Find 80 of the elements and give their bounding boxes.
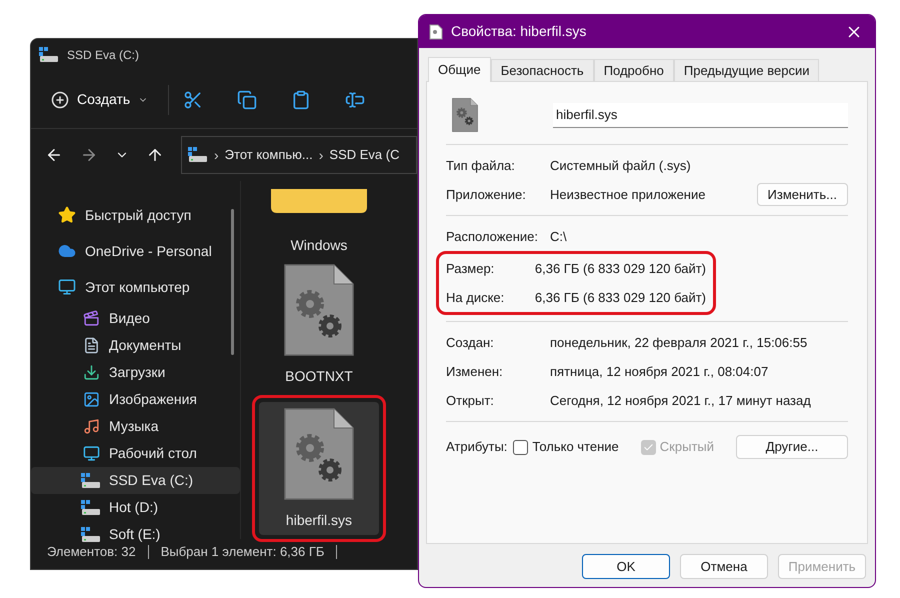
copy-icon[interactable] [237, 90, 258, 110]
property-value: 6,36 ГБ (6 833 029 120 байт) [534, 260, 706, 278]
window-title: SSD Eva (C:) [67, 47, 140, 64]
property-label: Тип файла: [446, 156, 516, 175]
music-icon [82, 418, 100, 435]
sidebar-item[interactable]: Загрузки [31, 359, 240, 386]
property-value: понедельник, 22 февраля 2021 г., 15:06:55 [550, 334, 808, 352]
sidebar-item[interactable]: Музыка [31, 413, 240, 440]
back-icon[interactable] [45, 146, 63, 164]
folder-icon [271, 189, 367, 213]
breadcrumb-separator: › [318, 146, 324, 164]
sidebar-item[interactable]: Hot (D:) [31, 494, 240, 521]
file-item[interactable]: Windows [259, 181, 379, 256]
property-label: Создан: [446, 334, 495, 352]
dialog-button[interactable]: Отмена [680, 554, 768, 579]
drive-icon [81, 472, 101, 488]
tab[interactable]: Предыдущие версии [674, 59, 820, 81]
checkbox[interactable] [513, 440, 528, 454]
advanced-button[interactable]: Другие... [736, 435, 848, 459]
sidebar-item[interactable]: OneDrive - Personal [31, 233, 240, 269]
property-value: C:\ [550, 228, 568, 246]
property-value: Сегодня, 12 ноября 2021 г., 17 минут назад [550, 392, 812, 410]
sidebar-item[interactable]: Рабочий стол [31, 440, 240, 467]
monitor-icon [58, 278, 76, 296]
drive-icon [39, 47, 59, 63]
dialog-button[interactable]: OK [582, 554, 670, 579]
tab[interactable]: Общие [428, 57, 491, 82]
attributes-label: Атрибуты: [446, 438, 508, 456]
desktop-icon [82, 445, 100, 462]
file-name-field[interactable]: hiberfil.sys [553, 102, 848, 128]
cut-icon[interactable] [183, 90, 204, 110]
sidebar-item[interactable]: Изображения [31, 386, 240, 413]
system-file-icon [284, 408, 354, 500]
property-value: Неизвестное приложение [550, 186, 706, 204]
file-item[interactable]: hiberfil.sys [259, 402, 379, 535]
file-icon [429, 24, 443, 40]
property-label: На диске: [446, 288, 506, 307]
file-item[interactable]: BOOTNXT [259, 264, 379, 387]
tab[interactable]: Безопасность [490, 59, 594, 81]
system-file-icon [284, 264, 354, 356]
sidebar-item[interactable]: SSD Eva (C:) [31, 467, 240, 494]
create-button[interactable]: Создать [51, 89, 148, 110]
property-label: Приложение: [446, 186, 527, 204]
cloud-icon [58, 242, 76, 260]
property-value: 6,36 ГБ (6 833 029 120 байт) [534, 288, 706, 307]
property-label: Размер: [446, 260, 496, 278]
image-icon [82, 391, 100, 408]
breadcrumb-separator: › [214, 146, 219, 164]
system-file-icon [452, 98, 478, 132]
document-icon [82, 337, 100, 354]
checkbox-label: Скрытый [660, 438, 714, 456]
sidebar-item[interactable]: Быстрый доступ [31, 197, 240, 233]
paste-icon[interactable] [291, 90, 312, 110]
drive-icon [81, 526, 101, 542]
change-button[interactable]: Изменить... [756, 183, 848, 206]
download-icon [82, 364, 100, 381]
drive-icon [188, 147, 208, 163]
video-icon [82, 310, 100, 327]
property-value: Системный файл (.sys) [550, 156, 692, 175]
star-icon [58, 206, 76, 224]
property-label: Изменен: [446, 362, 504, 381]
forward-icon[interactable] [80, 146, 98, 164]
checkbox-label: Только чтение [532, 438, 619, 456]
tab[interactable]: Подробно [594, 59, 674, 81]
drive-icon [81, 500, 101, 516]
plus-icon [51, 90, 69, 108]
property-label: Открыт: [446, 392, 495, 410]
breadcrumb[interactable]: SSD Eva (C [329, 145, 400, 165]
address-bar[interactable]: › Этот компью... › SSD Eva (C [181, 136, 417, 174]
scrollbar[interactable] [231, 209, 234, 355]
sidebar-item[interactable]: Этот компьютер [31, 269, 240, 305]
sidebar-item[interactable]: Видео [31, 305, 240, 332]
sidebar-item[interactable]: Документы [31, 332, 240, 359]
property-label: Расположение: [446, 228, 539, 246]
breadcrumb[interactable]: Этот компью... [224, 145, 313, 165]
window-title: Свойства: hiberfil.sys [451, 22, 588, 41]
check-icon [642, 442, 654, 452]
property-value: пятница, 12 ноября 2021 г., 08:04:07 [550, 362, 770, 381]
rename-icon[interactable] [345, 90, 366, 110]
up-icon[interactable] [146, 146, 164, 164]
